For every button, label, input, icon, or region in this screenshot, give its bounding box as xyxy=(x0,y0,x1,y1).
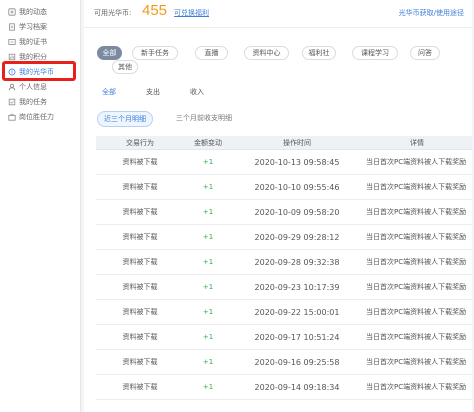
sidebar-item-certificates[interactable]: 我的证书 xyxy=(3,35,77,49)
sidebar-item-label: 我的任务 xyxy=(19,98,47,106)
amount-cell: +1 xyxy=(202,158,214,166)
detail-cell: 当日首次PC端资料被人下载奖励 xyxy=(366,208,467,216)
coin-label: 可用光华币: xyxy=(94,9,132,17)
amount-cell: +1 xyxy=(202,358,214,366)
sidebar-item-label: 岗位胜任力 xyxy=(19,113,54,121)
action-cell: 资料被下载 xyxy=(122,358,158,366)
action-cell: 资料被下载 xyxy=(122,158,158,166)
table-row: 资料被下载 +1 2020-09-29 09:28:12 当日首次PC端资料被人下载奖… xyxy=(96,225,472,250)
transaction-table: 交易行为 金额变动 操作时间 详情 资料被下载 +1 2020-10-13 09:5… xyxy=(96,136,472,400)
action-cell: 资料被下载 xyxy=(122,283,158,291)
sidebar-item-tasks[interactable]: 我的任务 xyxy=(3,95,77,109)
table-row: 资料被下载 +1 2020-09-22 15:00:01 当日首次PC端资料被人下载奖… xyxy=(96,300,472,325)
filter-course-study[interactable]: 课程学习 xyxy=(352,46,398,60)
detail-cell: 当日首次PC端资料被人下载奖励 xyxy=(366,383,467,391)
tab-all[interactable]: 全部 xyxy=(102,87,116,97)
sidebar-item-profile[interactable]: 个人信息 xyxy=(3,80,77,94)
sidebar-item-label: 学习档案 xyxy=(19,23,47,31)
amount-cell: +1 xyxy=(202,283,214,291)
table-body: 资料被下载 +1 2020-10-13 09:58:45 当日首次PC端资料被人下载奖… xyxy=(96,150,472,400)
competency-icon xyxy=(7,113,16,122)
action-cell: 资料被下载 xyxy=(122,333,158,341)
sidebar-item-label: 我的证书 xyxy=(19,38,47,46)
time-cell: 2020-09-17 10:51:24 xyxy=(254,332,340,342)
tab-income[interactable]: 收入 xyxy=(190,87,204,97)
header-amount: 金额变动 xyxy=(194,138,222,147)
header-time: 操作时间 xyxy=(283,138,311,147)
document-icon xyxy=(7,23,16,32)
certificate-icon xyxy=(7,38,16,47)
time-cell: 2020-09-14 09:18:34 xyxy=(254,382,340,392)
header-action: 交易行为 xyxy=(126,138,154,147)
time-cell: 2020-09-22 15:00:01 xyxy=(254,307,340,317)
amount-cell: +1 xyxy=(202,208,214,216)
detail-cell: 当日首次PC端资料被人下载奖励 xyxy=(366,358,467,366)
filter-qa[interactable]: 问答 xyxy=(410,46,440,60)
sidebar-item-learning-record[interactable]: 学习档案 xyxy=(3,20,77,34)
table-row: 资料被下载 +1 2020-10-09 09:58:20 当日首次PC端资料被人下载奖… xyxy=(96,200,472,225)
action-cell: 资料被下载 xyxy=(122,308,158,316)
action-cell: 资料被下载 xyxy=(122,383,158,391)
time-cell: 2020-09-23 10:17:39 xyxy=(254,282,340,292)
header-detail: 详情 xyxy=(410,138,424,147)
filter-other[interactable]: 其他 xyxy=(112,60,138,74)
sidebar: 我的动态 学习档案 我的证书 我的积分 我的光华币 个人信息 我的任务 岗位胜任… xyxy=(0,0,81,412)
user-icon xyxy=(7,83,16,92)
table-row: 资料被下载 +1 2020-09-23 10:17:39 当日首次PC端资料被人下载奖… xyxy=(96,275,472,300)
tab-expense[interactable]: 支出 xyxy=(146,87,160,97)
detail-cell: 当日首次PC端资料被人下载奖励 xyxy=(366,333,467,341)
time-cell: 2020-09-16 09:25:58 xyxy=(254,357,340,367)
action-cell: 资料被下载 xyxy=(122,183,158,191)
coin-howto-link[interactable]: 光华币获取/使用途径 xyxy=(399,8,464,18)
highlight-box xyxy=(2,61,76,81)
amount-cell: +1 xyxy=(202,233,214,241)
table-row: 资料被下载 +1 2020-10-13 09:58:45 当日首次PC端资料被人下载奖… xyxy=(96,150,472,175)
task-icon xyxy=(7,98,16,107)
amount-cell: +1 xyxy=(202,333,214,341)
time-cell: 2020-09-29 09:28:12 xyxy=(254,232,340,242)
detail-cell: 当日首次PC端资料被人下载奖励 xyxy=(366,258,467,266)
amount-cell: +1 xyxy=(202,383,214,391)
sidebar-item-label: 个人信息 xyxy=(19,83,47,91)
table-header: 交易行为 金额变动 操作时间 详情 xyxy=(96,136,472,150)
detail-cell: 当日首次PC端资料被人下载奖励 xyxy=(366,233,467,241)
detail-cell: 当日首次PC端资料被人下载奖励 xyxy=(366,183,467,191)
filter-newbie-tasks[interactable]: 新手任务 xyxy=(132,46,178,60)
action-cell: 资料被下载 xyxy=(122,233,158,241)
period-recent-three-months[interactable]: 近三个月明细 xyxy=(97,111,153,127)
coin-balance: 455 xyxy=(142,2,168,19)
filter-resource-center[interactable]: 资料中心 xyxy=(244,46,289,60)
filter-all[interactable]: 全部 xyxy=(97,46,122,60)
exchange-welfare-link[interactable]: 可兑换福利 xyxy=(174,8,209,18)
detail-cell: 当日首次PC端资料被人下载奖励 xyxy=(366,158,467,166)
time-cell: 2020-10-10 09:55:46 xyxy=(254,182,340,192)
time-cell: 2020-09-28 09:32:38 xyxy=(254,257,340,267)
time-cell: 2020-10-09 09:58:20 xyxy=(254,207,340,217)
table-row: 资料被下载 +1 2020-09-28 09:32:38 当日首次PC端资料被人下载奖… xyxy=(96,250,472,275)
sidebar-item-activity[interactable]: 我的动态 xyxy=(3,5,77,19)
amount-cell: +1 xyxy=(202,308,214,316)
amount-cell: +1 xyxy=(202,258,214,266)
action-cell: 资料被下载 xyxy=(122,208,158,216)
amount-cell: +1 xyxy=(202,183,214,191)
table-row: 资料被下载 +1 2020-09-16 09:25:58 当日首次PC端资料被人下载奖… xyxy=(96,350,472,375)
detail-cell: 当日首次PC端资料被人下载奖励 xyxy=(366,308,467,316)
sidebar-item-competency[interactable]: 岗位胜任力 xyxy=(3,110,77,124)
table-row: 资料被下载 +1 2020-09-14 09:18:34 当日首次PC端资料被人下载奖… xyxy=(96,375,472,400)
detail-cell: 当日首次PC端资料被人下载奖励 xyxy=(366,283,467,291)
table-row: 资料被下载 +1 2020-10-10 09:55:46 当日首次PC端资料被人下载奖… xyxy=(96,175,472,200)
period-earlier[interactable]: 三个月前收支明细 xyxy=(176,113,232,123)
coin-summary-bar: 可用光华币: 455 可兑换福利 光华币获取/使用途径 xyxy=(84,0,472,28)
sidebar-item-label: 我的动态 xyxy=(19,8,47,16)
main-panel: 可用光华币: 455 可兑换福利 光华币获取/使用途径 全部 新手任务 直播 资… xyxy=(84,0,472,412)
action-cell: 资料被下载 xyxy=(122,258,158,266)
filter-live[interactable]: 直播 xyxy=(195,46,228,60)
table-row: 资料被下载 +1 2020-09-17 10:51:24 当日首次PC端资料被人下载奖… xyxy=(96,325,472,350)
activity-icon xyxy=(7,8,16,17)
time-cell: 2020-10-13 09:58:45 xyxy=(254,157,340,167)
filter-welfare[interactable]: 福利社 xyxy=(302,46,336,60)
